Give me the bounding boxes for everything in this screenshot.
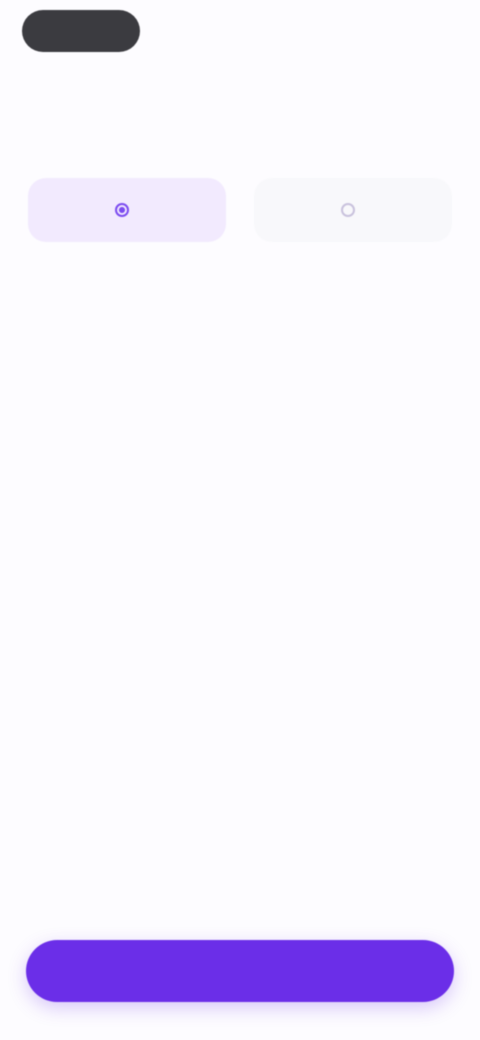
screen: [0, 0, 480, 1040]
radio-selected-icon: [115, 203, 129, 217]
continue-button[interactable]: [26, 940, 454, 1002]
options-group: [28, 178, 452, 242]
option-second[interactable]: [254, 178, 452, 242]
radio-unselected-icon: [341, 203, 355, 217]
top-action-button[interactable]: [390, 20, 448, 40]
option-first[interactable]: [28, 178, 226, 242]
top-bar: [22, 8, 458, 54]
main-content: [28, 128, 452, 242]
status-pill: [22, 10, 140, 52]
step-label: [28, 128, 452, 156]
